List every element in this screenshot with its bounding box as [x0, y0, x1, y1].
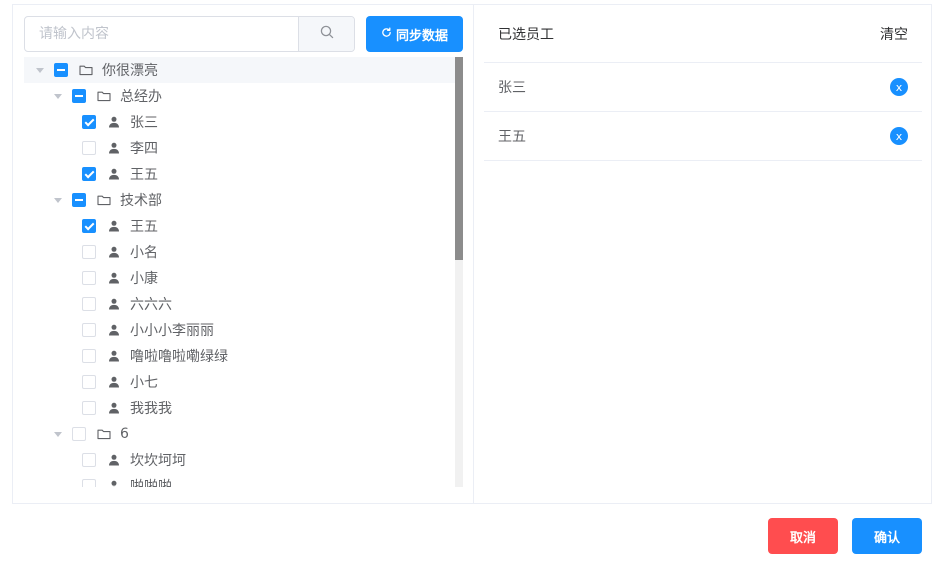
tree-checkbox[interactable] — [72, 427, 86, 441]
tree-node-user[interactable]: 坎坎坷坷 — [24, 447, 462, 473]
user-icon — [106, 478, 122, 487]
tree-checkbox[interactable] — [82, 115, 96, 129]
folder-icon — [78, 62, 94, 78]
user-icon — [106, 374, 122, 390]
tree-node-label: 你很漂亮 — [102, 63, 158, 79]
selected-item-name: 张三 — [498, 80, 526, 96]
selected-item-name: 王五 — [498, 129, 526, 145]
tree-node-label: 我我我 — [130, 401, 172, 417]
caret-down-icon[interactable] — [52, 90, 64, 102]
tree-node-label: 技术部 — [120, 193, 162, 209]
tree-checkbox[interactable] — [72, 193, 86, 207]
selected-title: 已选员工 — [498, 26, 554, 43]
tree-node-user[interactable]: 啪啪啪 — [24, 473, 462, 487]
search-box — [24, 16, 355, 52]
tree-checkbox[interactable] — [82, 141, 96, 155]
user-icon — [106, 322, 122, 338]
tree-checkbox[interactable] — [82, 453, 96, 467]
tree-node-label: 小小小李丽丽 — [130, 323, 214, 339]
tree-node-label: 小七 — [130, 375, 158, 391]
selected-header: 已选员工 清空 — [484, 5, 922, 63]
tree-node-user[interactable]: 王五 — [24, 213, 462, 239]
tree-checkbox[interactable] — [82, 297, 96, 311]
tree-checkbox[interactable] — [82, 401, 96, 415]
tree-node-label: 噜啦噜啦嘞绿绿 — [130, 349, 228, 365]
tree-checkbox[interactable] — [82, 167, 96, 181]
tree-node-folder[interactable]: 你很漂亮 — [24, 57, 462, 83]
tree-checkbox[interactable] — [82, 323, 96, 337]
tree-node-label: 六六六 — [130, 297, 172, 313]
tree-checkbox[interactable] — [82, 219, 96, 233]
remove-selected-button[interactable]: x — [890, 78, 908, 96]
caret-down-icon[interactable] — [52, 428, 64, 440]
tree-node-label: 小康 — [130, 271, 158, 287]
sync-data-button[interactable]: 同步数据 — [366, 16, 463, 52]
cancel-button[interactable]: 取消 — [768, 518, 838, 554]
tree-node-label: 坎坎坷坷 — [130, 453, 186, 469]
user-icon — [106, 140, 122, 156]
tree-node-folder[interactable]: 6 — [24, 421, 462, 447]
user-icon — [106, 166, 122, 182]
tree-node-user[interactable]: 小小小李丽丽 — [24, 317, 462, 343]
tree-checkbox[interactable] — [82, 245, 96, 259]
search-icon — [320, 25, 334, 43]
search-button[interactable] — [298, 17, 354, 51]
user-icon — [106, 270, 122, 286]
caret-down-icon[interactable] — [52, 194, 64, 206]
folder-icon — [96, 426, 112, 442]
clear-button[interactable]: 清空 — [880, 24, 908, 44]
tree-node-user[interactable]: 我我我 — [24, 395, 462, 421]
tree-checkbox[interactable] — [54, 63, 68, 77]
selected-item: 张三 x — [484, 63, 922, 112]
department-tree: 你很漂亮 总经办 张三 李四 王五 技术部 王五 小名 小康 六六六 小小小李丽丽 噜啦噜啦嘞绿绿 小七… — [24, 57, 462, 487]
user-icon — [106, 400, 122, 416]
folder-icon — [96, 192, 112, 208]
user-icon — [106, 218, 122, 234]
user-icon — [106, 348, 122, 364]
tree-checkbox[interactable] — [82, 349, 96, 363]
folder-icon — [96, 88, 112, 104]
refresh-icon — [381, 26, 392, 42]
tree-node-label: 6 — [120, 426, 129, 442]
tree-node-label: 小名 — [130, 245, 158, 261]
tree-node-user[interactable]: 小名 — [24, 239, 462, 265]
tree-node-user[interactable]: 王五 — [24, 161, 462, 187]
tree-node-folder[interactable]: 总经办 — [24, 83, 462, 109]
selected-item: 王五 x — [484, 112, 922, 161]
tree-node-label: 总经办 — [120, 89, 162, 105]
user-icon — [106, 296, 122, 312]
confirm-button[interactable]: 确认 — [852, 518, 922, 554]
employee-picker-panel: 同步数据 你很漂亮总经办张三李四王五技术部王五小名小康六六六小小小李丽丽噜啦噜啦… — [12, 4, 932, 504]
user-icon — [106, 452, 122, 468]
tree-node-label: 李四 — [130, 141, 158, 157]
tree-node-label: 张三 — [130, 115, 158, 131]
tree-checkbox[interactable] — [82, 479, 96, 487]
tree-node-user[interactable]: 小康 — [24, 265, 462, 291]
tree-node-label: 啪啪啪 — [130, 479, 172, 487]
tree-checkbox[interactable] — [82, 375, 96, 389]
tree-checkbox[interactable] — [72, 89, 86, 103]
sync-data-label: 同步数据 — [395, 28, 448, 44]
search-input[interactable] — [25, 17, 298, 51]
tree-node-user[interactable]: 小七 — [24, 369, 462, 395]
tree-node-label: 王五 — [130, 167, 158, 183]
tree-node-user[interactable]: 张三 — [24, 109, 462, 135]
user-icon — [106, 244, 122, 260]
tree-checkbox[interactable] — [82, 271, 96, 285]
tree-node-label: 王五 — [130, 219, 158, 235]
remove-selected-button[interactable]: x — [890, 127, 908, 145]
tree-node-user[interactable]: 李四 — [24, 135, 462, 161]
tree-node-folder[interactable]: 技术部 — [24, 187, 462, 213]
caret-down-icon[interactable] — [34, 64, 46, 76]
panel-divider — [473, 5, 474, 503]
user-icon — [106, 114, 122, 130]
tree-node-user[interactable]: 噜啦噜啦嘞绿绿 — [24, 343, 462, 369]
tree-node-user[interactable]: 六六六 — [24, 291, 462, 317]
tree-scrollbar-thumb[interactable] — [455, 57, 463, 260]
